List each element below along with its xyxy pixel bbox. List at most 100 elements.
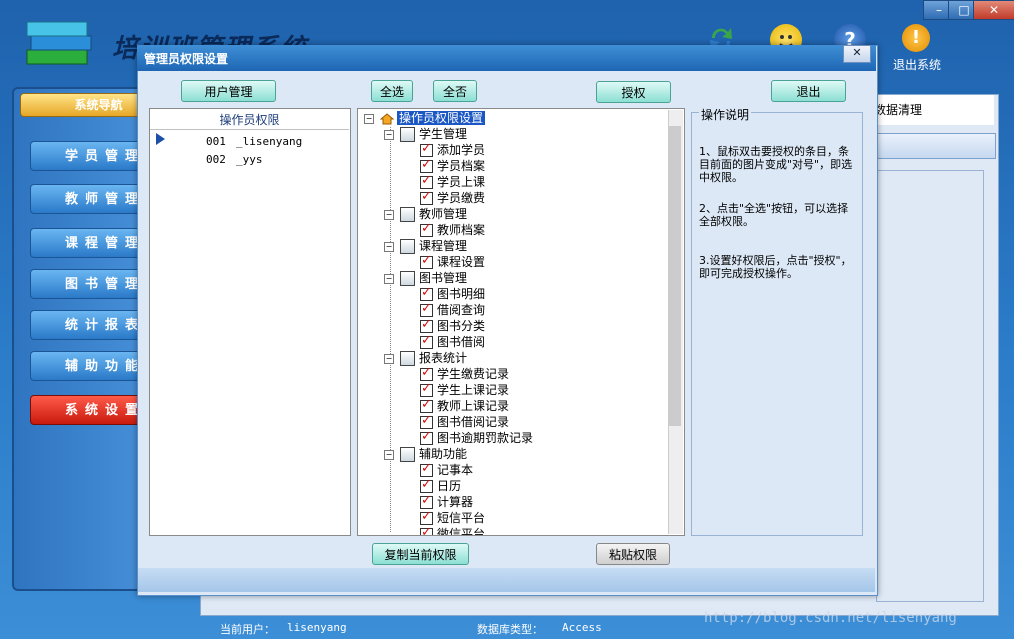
collapse-icon[interactable]: − — [384, 353, 394, 364]
tree-scrollbar-thumb[interactable] — [669, 126, 681, 426]
check-icon — [420, 429, 433, 445]
tree-group-label: 辅助功能 — [419, 447, 468, 461]
help-step-3: 3.设置好权限后，点击"授权"，即可完成授权操作。 — [699, 254, 852, 280]
check-icon — [420, 141, 433, 157]
tree-item-label: 图书分类 — [437, 319, 486, 333]
tree-group-label: 教师管理 — [419, 207, 468, 221]
check-icon — [420, 221, 433, 237]
content-area — [876, 170, 984, 602]
operators-header: 操作员权限 — [150, 111, 349, 130]
tree-item[interactable]: 短信平台 — [420, 509, 486, 526]
collapse-icon[interactable]: − — [384, 129, 394, 140]
folder-icon — [400, 447, 415, 462]
tree-item[interactable]: 学生缴费记录 — [420, 365, 510, 382]
check-icon — [420, 493, 433, 509]
tree-group[interactable]: − 教师管理 — [384, 206, 467, 222]
tree-item-label: 学生缴费记录 — [437, 367, 510, 381]
check-icon — [420, 317, 433, 333]
tree-item-label: 短信平台 — [437, 511, 486, 525]
tree-item[interactable]: 图书分类 — [420, 317, 486, 334]
operators-panel — [149, 108, 351, 536]
dialog-titlebar[interactable] — [137, 45, 876, 71]
tree-item[interactable]: 学生上课记录 — [420, 381, 509, 398]
operator-row[interactable]: 001 _lisenyang — [150, 135, 349, 153]
tree-group[interactable]: − 图书管理 — [384, 270, 467, 286]
status-user-label: 当前用户： — [220, 623, 275, 636]
tree-item-label: 图书明细 — [437, 287, 486, 301]
data-cleanup-tab[interactable]: 数据清理 — [868, 95, 994, 125]
tree-item[interactable]: 日历 — [420, 477, 461, 494]
tree-group[interactable]: − 课程管理 — [384, 238, 467, 254]
status-db-label: 数据库类型： — [477, 623, 543, 636]
tree-item-label: 图书借阅记录 — [437, 415, 510, 429]
tree-item[interactable]: 记事本 — [420, 461, 474, 478]
folder-icon — [400, 127, 415, 142]
content-toolbar — [868, 133, 996, 159]
tree-group-label: 图书管理 — [419, 271, 468, 285]
tree-item-label: 教师档案 — [437, 223, 486, 237]
copy-permissions-button[interactable]: 复制当前权限 — [372, 543, 469, 565]
tree-group[interactable]: − 学生管理 — [384, 126, 467, 142]
tree-group-label: 课程管理 — [419, 239, 468, 253]
exit-dialog-button[interactable]: 退出 — [771, 80, 846, 102]
check-icon — [420, 285, 433, 301]
tree-item-label: 添加学员 — [437, 143, 486, 157]
tree-item[interactable]: 微信平台 — [420, 525, 486, 535]
home-icon — [379, 112, 395, 125]
operator-name: _yys — [236, 153, 263, 166]
folder-icon — [400, 351, 415, 366]
close-button[interactable]: ✕ — [973, 0, 1014, 20]
operator-name: _lisenyang — [236, 135, 303, 148]
operator-row[interactable]: 002 _yys — [150, 153, 349, 171]
tree-item-label: 计算器 — [437, 495, 474, 509]
tree-item[interactable]: 学员缴费 — [420, 189, 486, 206]
tree-item[interactable]: 图书借阅记录 — [420, 413, 510, 430]
tree-root[interactable]: − 操作员权限设置 — [364, 110, 486, 126]
exit-icon[interactable]: ! — [902, 24, 930, 52]
tree-group[interactable]: − 辅助功能 — [384, 446, 467, 462]
paste-permissions-button[interactable]: 粘贴权限 — [596, 543, 670, 565]
tree-item[interactable]: 学员档案 — [420, 157, 485, 174]
folder-icon — [400, 239, 415, 254]
tree-item[interactable]: 图书明细 — [420, 285, 486, 302]
dialog-close-button[interactable]: ✕ — [843, 45, 871, 63]
tree-item[interactable]: 教师档案 — [420, 221, 486, 238]
tree-item[interactable]: 图书借阅 — [420, 333, 486, 350]
tree-item-label: 学员缴费 — [437, 191, 486, 205]
check-icon — [420, 333, 433, 349]
collapse-icon[interactable]: − — [384, 273, 394, 284]
tree-item[interactable]: 图书逾期罚款记录 — [420, 429, 533, 446]
tree-item-label: 微信平台 — [437, 527, 486, 535]
collapse-icon[interactable]: − — [384, 209, 394, 220]
tree-item-label: 记事本 — [437, 463, 474, 477]
tree-group-label: 学生管理 — [419, 127, 468, 141]
exit-system-label[interactable]: 退出系统 — [893, 56, 941, 73]
operator-id: 002 — [206, 153, 226, 166]
tree-item-label: 图书借阅 — [437, 335, 486, 349]
check-icon — [420, 461, 433, 477]
select-all-button[interactable]: 全选 — [371, 80, 413, 102]
check-icon — [420, 173, 433, 189]
user-management-button[interactable]: 用户管理 — [181, 80, 276, 102]
collapse-icon[interactable]: − — [384, 449, 394, 460]
check-icon — [420, 157, 433, 173]
tree-item[interactable]: 借阅查询 — [420, 301, 485, 318]
operator-id: 001 — [206, 135, 226, 148]
tree-item[interactable]: 计算器 — [420, 493, 474, 510]
collapse-icon[interactable]: − — [384, 241, 394, 252]
folder-icon — [400, 207, 415, 222]
tree-group[interactable]: − 报表统计 — [384, 350, 467, 366]
collapse-icon[interactable]: − — [364, 113, 374, 124]
tree-item-label: 学员上课 — [437, 175, 486, 189]
check-icon — [420, 365, 433, 381]
status-db-value: Access — [562, 621, 602, 634]
tree-item[interactable]: 学员上课 — [420, 173, 486, 190]
check-icon — [420, 189, 433, 205]
select-none-button[interactable]: 全否 — [433, 80, 477, 102]
tree-item[interactable]: 添加学员 — [420, 141, 486, 158]
check-icon — [420, 301, 433, 317]
authorize-button[interactable]: 授权 — [596, 81, 671, 103]
tree-item[interactable]: 教师上课记录 — [420, 397, 509, 414]
tree-group-label: 报表统计 — [419, 351, 468, 365]
tree-item[interactable]: 课程设置 — [420, 253, 485, 270]
